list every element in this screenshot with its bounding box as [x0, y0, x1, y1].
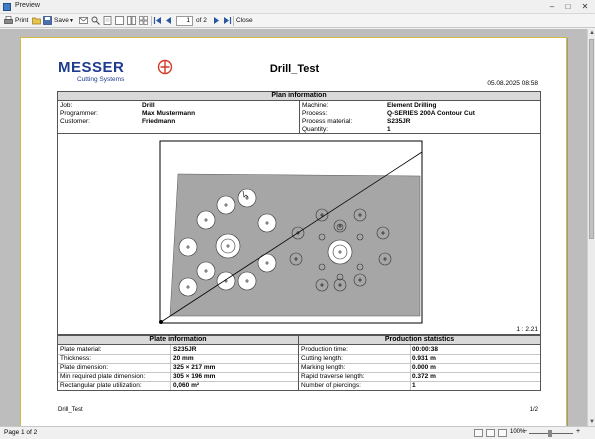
plate-info-label: Plate dimension:: [60, 364, 109, 371]
process-material-label: Process material:: [302, 118, 353, 125]
production-stat-label: Number of piercings:: [301, 382, 361, 389]
plan-information-table: Plan information Job: Drill Programmer: …: [57, 91, 541, 134]
document-date: 05.08.2025 08:58: [487, 80, 538, 87]
production-stat-value: 0.931 m: [412, 355, 436, 362]
zoom-out-icon[interactable]: −: [523, 428, 527, 435]
production-stat-label: Rapid traverse length:: [301, 373, 365, 380]
plate-info-value: S235JR: [173, 346, 197, 353]
plate-shape: [169, 173, 421, 317]
thumbnails-icon[interactable]: [139, 16, 148, 25]
page-number-input[interactable]: 1: [176, 16, 193, 26]
close-window-button[interactable]: ✕: [579, 1, 591, 12]
single-page-icon[interactable]: [115, 16, 124, 25]
quantity-value: 1: [387, 126, 391, 133]
app-icon: [3, 3, 11, 11]
window-title: Preview: [15, 2, 40, 9]
production-stat-value: 0.372 m: [412, 373, 436, 380]
zoom-slider-thumb[interactable]: [548, 430, 552, 437]
print-button[interactable]: Print: [15, 16, 28, 26]
save-button[interactable]: Save: [54, 16, 69, 26]
plate-info-label: Plate material:: [60, 346, 102, 353]
toolbar: Print Save ▼ 1 of 2 Close: [0, 14, 595, 28]
job-label: Job:: [60, 102, 73, 109]
plan-information-header: Plan information: [58, 92, 540, 101]
view-single-icon[interactable]: [474, 429, 483, 437]
view-double-icon[interactable]: [486, 429, 495, 437]
production-statistics-header: Production statistics: [299, 336, 540, 345]
plate-drawing: [159, 140, 423, 324]
plate-information-header: Plate information: [58, 336, 298, 345]
logo-subtitle: Cutting Systems: [77, 76, 125, 83]
email-icon[interactable]: [79, 16, 88, 25]
programmer-label: Programmer:: [60, 110, 98, 117]
save-dropdown-arrow-icon[interactable]: ▼: [69, 16, 74, 26]
process-value: Q-SERIES 200A Contour Cut: [387, 110, 475, 117]
start-point-marker: [159, 320, 163, 324]
plate-info-value: 305 × 196 mm: [173, 373, 216, 380]
last-page-icon[interactable]: [223, 16, 232, 25]
minimize-button[interactable]: –: [546, 1, 558, 12]
production-stat-value: 00:00:38: [412, 346, 439, 353]
plate-info-value: 20 mm: [173, 355, 194, 362]
plate-info-label: Min required plate dimension:: [60, 373, 146, 380]
document-title: Drill_Test: [269, 63, 320, 75]
save-icon[interactable]: [43, 16, 52, 25]
quantity-label: Quantity:: [302, 126, 329, 133]
vertical-scrollbar[interactable]: ▲ ▼: [587, 29, 595, 426]
close-preview-button[interactable]: Close: [236, 16, 253, 26]
production-stat-label: Cutting length:: [301, 355, 343, 362]
statusbar: Page 1 of 2 100% − +: [0, 426, 595, 439]
production-statistics-table: Production statistics Production time: 0…: [298, 335, 541, 391]
machine-value: Element Drilling: [387, 102, 437, 109]
status-page-info: Page 1 of 2: [4, 429, 38, 436]
process-material-value: S235JR: [387, 118, 411, 125]
machine-label: Machine:: [302, 102, 329, 109]
first-page-icon[interactable]: [153, 16, 162, 25]
page-count-label: of 2: [196, 17, 207, 24]
production-stat-value: 0.000 m: [412, 364, 436, 371]
zoom-in-icon[interactable]: +: [576, 428, 580, 435]
multi-page-icon[interactable]: [127, 16, 136, 25]
maximize-button[interactable]: □: [562, 1, 574, 12]
drawing-area: 1 : 2.21: [57, 134, 541, 335]
plate-information-table: Plate information Plate material: S235JR…: [57, 335, 299, 391]
scale-label: 1 : 2.21: [516, 326, 538, 333]
window-titlebar: Preview – □ ✕: [0, 0, 595, 14]
plate-info-label: Thickness:: [60, 355, 92, 362]
plate-info-value: 0,060 m²: [173, 382, 200, 389]
plate-info-label: Rectangular plate utilization:: [60, 382, 142, 389]
footer-document-name: Drill_Test: [58, 407, 83, 413]
scroll-down-icon[interactable]: ▼: [588, 418, 595, 426]
search-icon[interactable]: [91, 16, 100, 25]
view-multi-icon[interactable]: [498, 429, 507, 437]
footer-page-number: 1/2: [529, 407, 538, 413]
scroll-up-icon[interactable]: ▲: [588, 29, 595, 37]
production-stat-label: Marking length:: [301, 364, 346, 371]
production-stat-value: 1: [412, 382, 416, 389]
printer-icon[interactable]: [4, 16, 13, 25]
report-page: MESSER Cutting Systems Drill_Test 05.08.…: [20, 37, 567, 429]
open-folder-icon[interactable]: [32, 16, 41, 25]
customer-label: Customer:: [60, 118, 90, 125]
next-page-icon[interactable]: [212, 16, 221, 25]
previous-page-icon[interactable]: [164, 16, 173, 25]
process-label: Process:: [302, 110, 328, 117]
plate-info-value: 325 × 217 mm: [173, 364, 216, 371]
customer-value: Friedmann: [142, 118, 176, 125]
production-stat-label: Production time:: [301, 346, 348, 353]
programmer-value: Max Mustermann: [142, 110, 196, 117]
job-value: Drill: [142, 102, 155, 109]
scroll-thumb[interactable]: [589, 39, 594, 239]
preview-viewport: MESSER Cutting Systems Drill_Test 05.08.…: [0, 29, 587, 429]
page-setup-icon[interactable]: [103, 16, 112, 25]
